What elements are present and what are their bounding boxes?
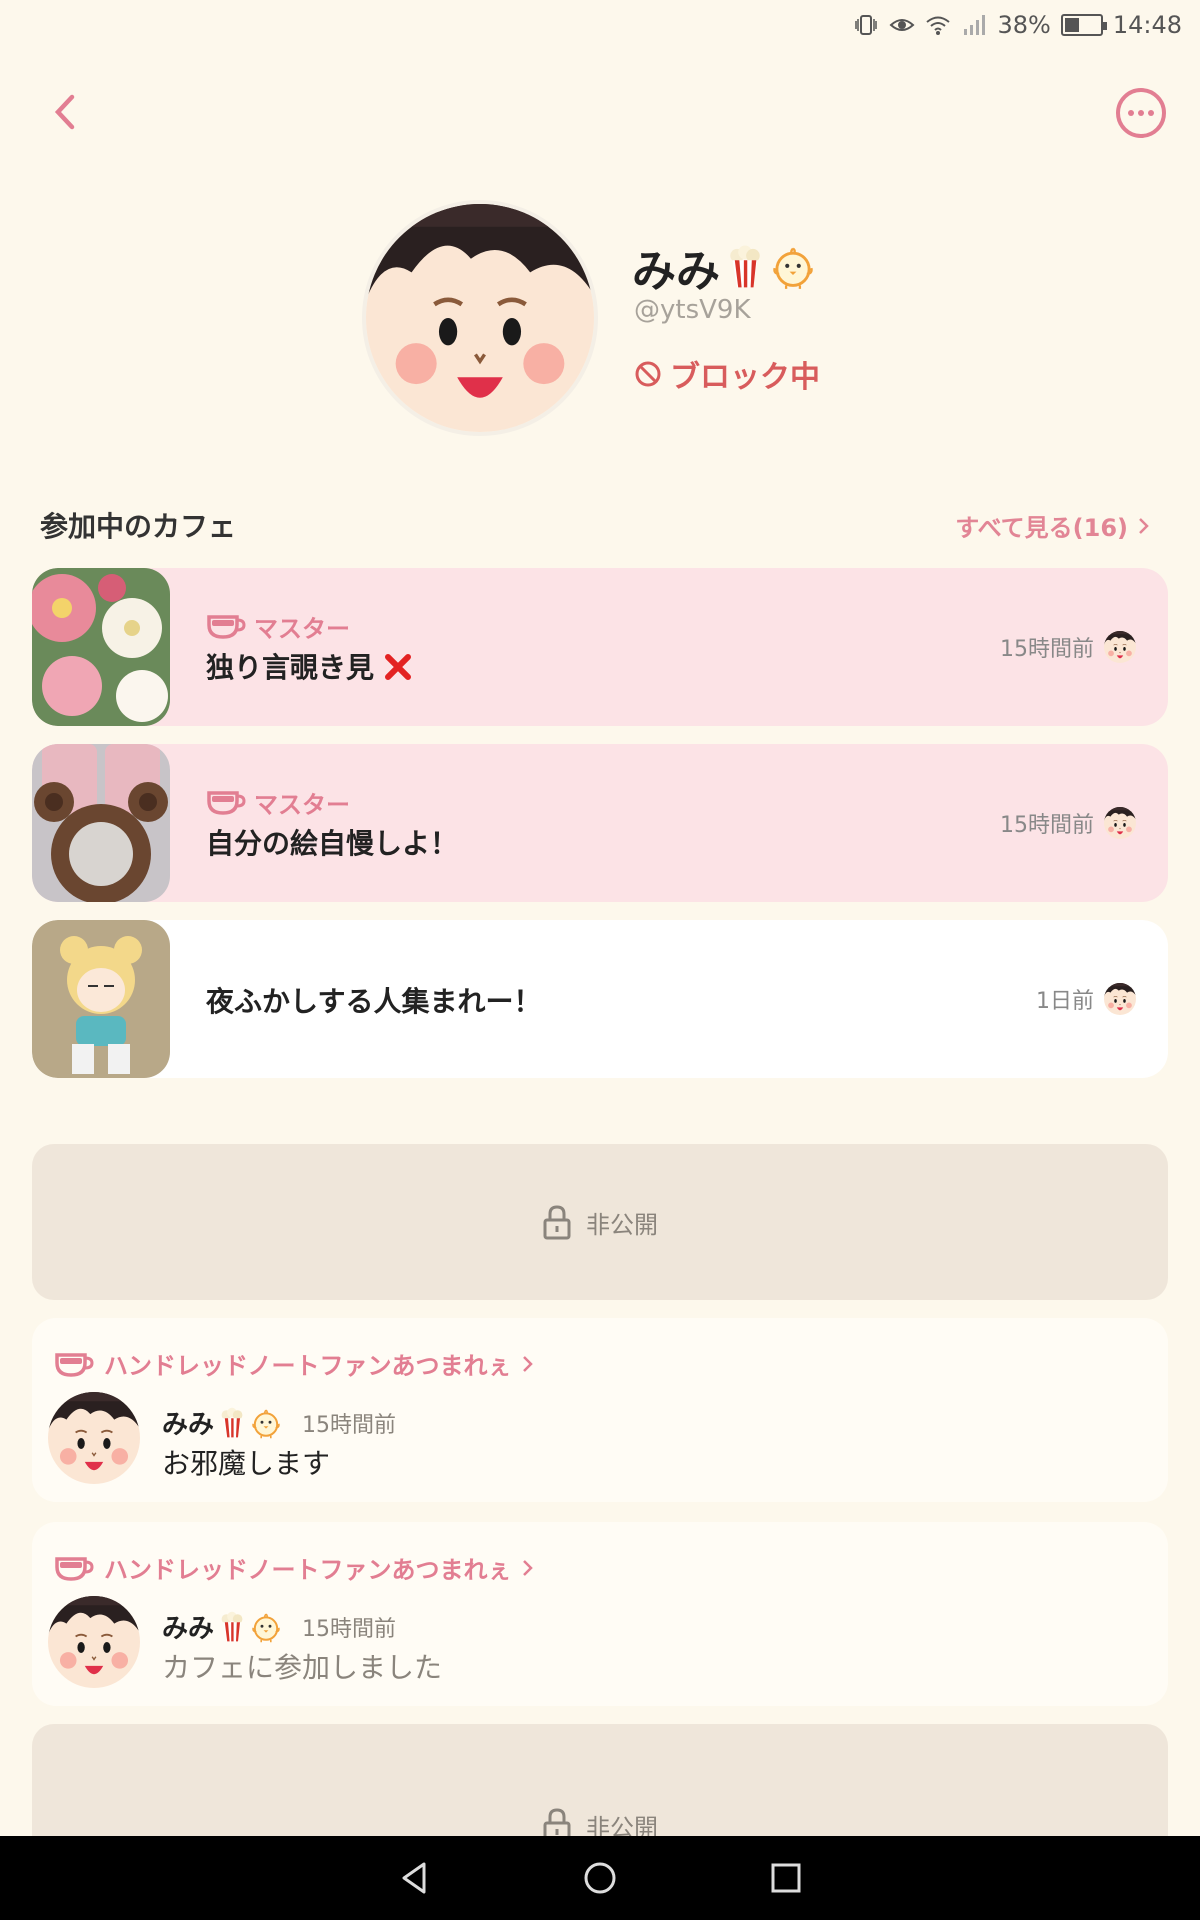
member-avatar [1104,807,1136,839]
avatar[interactable] [48,1596,140,1688]
cafe-thumbnail [32,744,170,902]
cafe-time-label: 1日前 [1036,989,1094,1014]
avatar[interactable] [48,1392,140,1484]
battery-percent: 38% [997,11,1051,39]
profile-handle: @ytsV9K [634,295,751,325]
chevron-right-icon [522,1355,533,1372]
more-dot [1138,110,1144,116]
see-all-link[interactable]: すべて見る(16) [955,508,1150,543]
cafe-item[interactable]: 夜ふかしする人集まれー！ 1日前 [32,920,1168,1078]
cafe-time: 15時間前 [1000,807,1136,839]
blocked-status[interactable]: ブロック中 [634,352,820,396]
cafe-cup-icon [54,1349,94,1379]
cafe-time: 15時間前 [1000,631,1136,663]
cafe-item[interactable]: マスター 独り言覗き見 15時間前 [32,568,1168,726]
cafe-name-text: 独り言覗き見 [206,650,375,684]
cafe-name: 夜ふかしする人集まれー！ [206,985,542,1018]
red-cross-icon [384,653,411,680]
chevron-right-icon [1139,517,1149,534]
vibrate-icon [855,15,878,35]
cafe-time-label: 15時間前 [1000,813,1094,838]
recents-square-icon[interactable] [768,1860,804,1896]
cafe-thumbnail [32,920,170,1078]
profile-name-text: みみ [632,246,720,297]
activity-card[interactable]: ハンドレッドノートファンあつまれぇ みみ 15時間前 お邪魔します [32,1318,1168,1502]
activity-user: みみ 15時間前 [162,1608,396,1645]
cafe-role: マスター [206,609,1000,644]
cafe-role-label: マスター [254,614,350,643]
popcorn-icon [728,244,762,290]
cafe-cup-icon [206,611,246,641]
wifi-icon [926,16,951,35]
activity-cafe-name: ハンドレッドノートファンあつまれぇ [104,1352,512,1380]
more-dots-icon [1128,110,1134,116]
lock-icon [542,1204,572,1240]
battery-icon [1060,14,1107,36]
cafe-item[interactable]: マスター 自分の絵自慢しよ！ 15時間前 [32,744,1168,902]
activity-user-name: みみ [162,1614,215,1644]
activity-time: 15時間前 [302,1412,397,1438]
chevron-left-icon [54,94,75,130]
chevron-right-icon [522,1559,533,1576]
member-avatar [1104,631,1136,663]
cafe-time-label: 15時間前 [1000,637,1094,662]
member-avatar [1104,983,1136,1015]
chick-icon [250,1407,282,1439]
activity-user: みみ 15時間前 [162,1404,396,1441]
more-options-button[interactable] [1116,88,1166,138]
cafe-thumbnail [32,568,170,726]
back-button[interactable] [44,90,84,134]
cafe-role: マスター [206,785,1000,820]
private-section: 非公開 [32,1144,1168,1300]
see-all-label: すべて見る(16) [955,514,1128,542]
activity-card[interactable]: ハンドレッドノートファンあつまれぇ みみ 15時間前 カフェに参加しました [32,1522,1168,1706]
cafe-cup-icon [54,1553,94,1583]
more-dot [1148,110,1154,116]
block-icon [635,361,661,387]
activity-cafe-link[interactable]: ハンドレッドノートファンあつまれぇ [54,1346,534,1381]
profile-avatar [362,200,598,436]
home-circle-icon[interactable] [582,1860,618,1896]
activity-cafe-name: ハンドレッドノートファンあつまれぇ [104,1556,512,1584]
chick-icon [770,244,816,290]
activity-text: カフェに参加しました [162,1651,443,1684]
cafe-cup-icon [206,787,246,817]
popcorn-icon [220,1611,244,1643]
eye-icon [889,19,915,31]
activity-cafe-link[interactable]: ハンドレッドノートファンあつまれぇ [54,1550,534,1585]
cafe-name: 自分の絵自慢しよ！ [206,826,459,860]
status-bar: 38% 14:48 [0,0,1200,50]
back-triangle-icon[interactable] [396,1860,432,1896]
cafe-name: 独り言覗き見 [206,646,1000,686]
popcorn-icon [220,1407,244,1439]
cafe-role-label: マスター [254,790,350,819]
cafes-section-title: 参加中のカフェ [40,510,237,543]
private-label: 非公開 [586,1210,658,1239]
clock: 14:48 [1112,11,1182,39]
signal-icon [964,15,986,35]
cafe-time: 1日前 [1036,983,1136,1015]
activity-text: お邪魔します [162,1447,331,1480]
system-nav-bar [0,1836,1200,1920]
blocked-label: ブロック中 [670,360,820,395]
activity-user-name: みみ [162,1410,215,1440]
activity-time: 15時間前 [302,1616,397,1642]
profile-name: みみ [632,235,816,299]
chick-icon [250,1611,282,1643]
